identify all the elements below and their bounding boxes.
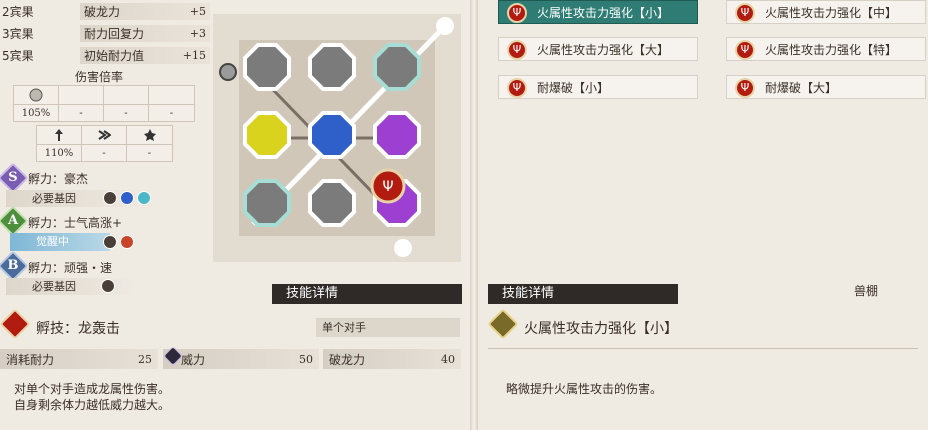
awakened-status-badge: 觉醒中 [10, 233, 110, 251]
gene-dot-icon [120, 191, 134, 205]
diagonal-marker-icon [436, 17, 454, 35]
skill-description: 对单个对手造成龙属性伤害。 自身剩余体力越低威力越大。 [14, 381, 170, 413]
power-gene-slot [243, 179, 291, 227]
bonus-value: +5 [189, 5, 206, 18]
gene-bonus-row: 3宾果 耐力回复力 +3 [0, 24, 210, 43]
power-gene-slot [308, 43, 356, 91]
skill-detail-header: 技能详情 [488, 284, 678, 304]
bingo-count: 5宾果 [2, 49, 34, 63]
stat-row: 威力 50 [163, 349, 319, 369]
fire-skill-icon [735, 40, 755, 60]
attack-type-multiplier-table: 110% - - [36, 125, 173, 162]
fire-skill-icon [507, 3, 527, 23]
kinship-skill-name: 孵力：士气高涨+ [28, 216, 123, 230]
skill-detail-header: 技能详情 [272, 284, 462, 304]
bonus-name: 耐力回复力 [84, 27, 145, 41]
gene-dot-icon [120, 235, 134, 249]
technical-attack-icon [143, 126, 157, 144]
required-genes-label: 必要基因 [32, 192, 76, 205]
gene-dot-icon [137, 191, 151, 205]
multiplier-value: - [59, 104, 103, 121]
empty-gene-slot [308, 179, 356, 227]
element-multiplier-table: 105% - - - [13, 85, 195, 122]
skill-card-label: 耐爆破【大】 [765, 80, 838, 95]
target-type: 单个对手 [316, 318, 460, 337]
kinship-skill-title: 孵技：龙轰击 [36, 321, 120, 337]
power-gene-slot [373, 43, 421, 91]
gene-dot-icon [103, 191, 117, 205]
kinship-skill-name: 孵力：顽强・速 [28, 261, 113, 275]
gene-bonus-row: 5宾果 初始耐力值 +15 [0, 46, 210, 65]
skill-card-label: 火属性攻击力强化【中】 [765, 5, 898, 20]
required-genes-row: 必要基因 [6, 278, 136, 295]
multiplier-value: - [104, 104, 148, 121]
gene-bonus-row: 2宾果 破龙力 +5 [0, 2, 210, 21]
stat-value: 50 [299, 352, 313, 366]
bonus-name: 破龙力 [84, 5, 121, 19]
rank-letter: A [7, 213, 19, 228]
power-attack-icon [52, 126, 66, 144]
bingo-count: 2宾果 [2, 5, 34, 19]
panel-divider [470, 0, 478, 430]
description-line: 自身剩余体力越低威力越大。 [14, 398, 171, 412]
column-marker-icon [394, 239, 412, 257]
rank-letter: B [7, 258, 19, 273]
water-gene-slot [308, 111, 356, 159]
skill-card[interactable]: 火属性攻击力强化【特】 [726, 37, 926, 61]
fire-skill-icon [735, 78, 755, 98]
skill-card[interactable]: 火属性攻击力强化【大】 [498, 37, 698, 61]
stat-row: 破龙力 40 [323, 349, 461, 369]
non-element-icon [29, 86, 43, 104]
bingo-count: 3宾果 [2, 27, 34, 41]
speed-attack-icon [97, 126, 111, 144]
skill-card-label: 火属性攻击力强化【小】 [537, 5, 670, 20]
gene-board: Ψ [213, 14, 461, 262]
passive-skill-title: 火属性攻击力强化【小】 [524, 321, 678, 337]
rank-letter: S [8, 170, 18, 185]
right-panel: 火属性攻击力强化【小】 火属性攻击力强化【中】 火属性攻击力强化【大】 火属性攻… [478, 0, 928, 430]
skill-description: 略微提升火属性攻击的伤害。 [506, 382, 663, 396]
fire-skill-icon [507, 78, 527, 98]
empty-gene-slot [243, 43, 291, 91]
fire-skill-icon [507, 40, 527, 60]
multiplier-value: - [149, 104, 194, 121]
multiplier-value: 105% [14, 104, 58, 121]
kinship-skill-name: 孵力：豪杰 [28, 172, 89, 186]
stat-name: 破龙力 [329, 352, 366, 367]
separator [488, 348, 918, 349]
gene-grid-svg: Ψ [219, 17, 454, 257]
thunder-gene-slot [243, 111, 291, 159]
svg-text:Ψ: Ψ [382, 179, 393, 195]
bonus-value: +15 [182, 49, 206, 62]
bonus-value: +3 [189, 27, 206, 40]
skill-card[interactable]: 耐爆破【小】 [498, 75, 698, 99]
skill-card-label: 火属性攻击力强化【大】 [537, 42, 670, 57]
skill-card-label: 火属性攻击力强化【特】 [765, 42, 898, 57]
skill-card-label: 耐爆破【小】 [537, 80, 610, 95]
damage-multiplier-title: 伤害倍率 [75, 70, 124, 84]
left-panel: 2宾果 破龙力 +5 3宾果 耐力回复力 +3 5宾果 初始耐力值 +15 伤害倍率 … [0, 0, 470, 430]
stat-row: 消耗耐力 25 [0, 349, 158, 369]
gene-dot-icon [103, 235, 117, 249]
stat-name: 威力 [181, 352, 206, 367]
skill-card[interactable]: 火属性攻击力强化【中】 [726, 0, 926, 24]
stat-value: 40 [441, 352, 455, 366]
multiplier-value: - [82, 144, 126, 161]
skill-card[interactable]: 火属性攻击力强化【小】 [498, 0, 698, 24]
skill-category: 兽棚 [854, 284, 879, 298]
bonus-name: 初始耐力值 [84, 49, 145, 63]
stat-value: 25 [138, 352, 152, 366]
passive-skill-icon [487, 308, 519, 340]
skill-card[interactable]: 耐爆破【大】 [726, 75, 926, 99]
multiplier-value: 110% [37, 144, 81, 161]
stat-name: 消耗耐力 [6, 352, 55, 367]
kinship-skill-fire-icon [0, 308, 31, 340]
fire-skill-icon [735, 3, 755, 23]
gene-dot-icon [101, 279, 115, 293]
multiplier-value: - [127, 144, 172, 161]
required-genes-label: 必要基因 [32, 280, 76, 293]
board-cursor-icon [219, 63, 237, 81]
description-line: 对单个对手造成龙属性伤害。 [14, 382, 171, 396]
dragon-gene-slot [373, 111, 421, 159]
